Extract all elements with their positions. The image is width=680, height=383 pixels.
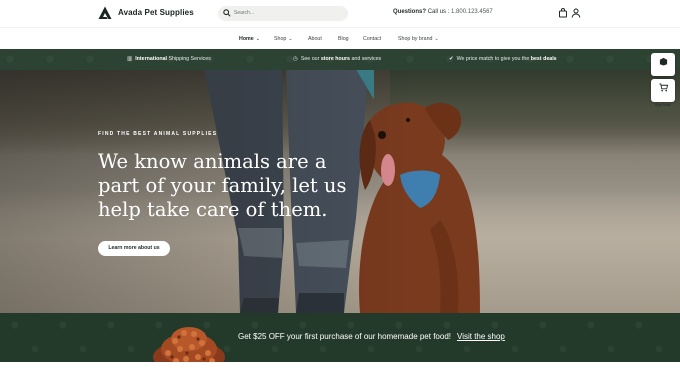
user-account-icon[interactable] — [571, 8, 581, 18]
chevron-down-icon: ⌄ — [288, 36, 293, 42]
nav-item-shop[interactable]: Shop ⌄ — [274, 36, 293, 42]
search-bar[interactable]: Search... — [218, 6, 348, 21]
check-icon: ✔ — [449, 56, 454, 62]
search-input[interactable]: Search... — [234, 10, 254, 16]
nav-item-shop-by-brand[interactable]: Shop by brand ⌄ — [398, 36, 439, 42]
nav-item-blog[interactable]: Blog — [338, 36, 349, 42]
promo-text: Get $25 OFF your first purchase of our h… — [238, 332, 451, 341]
nav-item-contact[interactable]: Contact — [363, 36, 381, 42]
chevron-down-icon: ⌄ — [434, 36, 439, 42]
brand-name[interactable]: Avada Pet Supplies — [118, 8, 194, 17]
chevron-down-icon: ⌄ — [255, 36, 260, 42]
info-store-hours[interactable]: ◷ See our store hours and services — [293, 56, 381, 62]
info-shipping[interactable]: ▥ International Shipping Services — [127, 56, 211, 62]
clock-icon: ◷ — [293, 56, 298, 62]
search-icon — [223, 9, 231, 17]
phone-number[interactable]: 1.800.123.4567 — [451, 9, 493, 15]
info-bar: ▥ International Shipping Services ◷ See ou… — [0, 49, 680, 70]
contact-phone: Questions? Call us : 1.800.123.4567 — [393, 9, 493, 15]
site-header: Avada Pet Supplies Search... Questions? … — [0, 0, 680, 27]
nav-item-about[interactable]: About — [308, 36, 322, 42]
main-nav: Home ⌄ Shop ⌄ About Blog Contact Shop by b… — [0, 27, 680, 49]
buy-now-widget[interactable]: Buy Now — [651, 79, 675, 107]
hero-banner: FIND THE BEST ANIMAL SUPPLIES We know an… — [0, 70, 680, 313]
questions-label: Questions? — [393, 9, 427, 15]
pet-food-image — [153, 327, 225, 367]
hero-headline: We know animals are a part of your famil… — [98, 150, 347, 221]
info-price-match[interactable]: ✔ We price match to give you the best dea… — [449, 56, 557, 62]
demos-widget[interactable]: Demos — [651, 53, 675, 81]
visit-shop-link[interactable]: Visit the shop — [457, 332, 505, 341]
map-icon: ▥ — [127, 56, 133, 62]
avada-logo-icon[interactable] — [98, 6, 112, 20]
hero-kicker: FIND THE BEST ANIMAL SUPPLIES — [98, 131, 218, 137]
cart-icon[interactable] — [558, 8, 568, 18]
learn-more-button[interactable]: Learn more about us — [98, 241, 170, 256]
call-label: Call us : — [427, 9, 450, 15]
shopping-cart-icon — [658, 83, 668, 92]
buy-now-label: Buy Now — [655, 103, 671, 107]
page-bottom — [0, 362, 680, 383]
demos-icon — [659, 57, 667, 66]
promo-bar: Get $25 OFF your first purchase of our h… — [0, 313, 680, 367]
nav-item-home[interactable]: Home ⌄ — [239, 36, 260, 42]
